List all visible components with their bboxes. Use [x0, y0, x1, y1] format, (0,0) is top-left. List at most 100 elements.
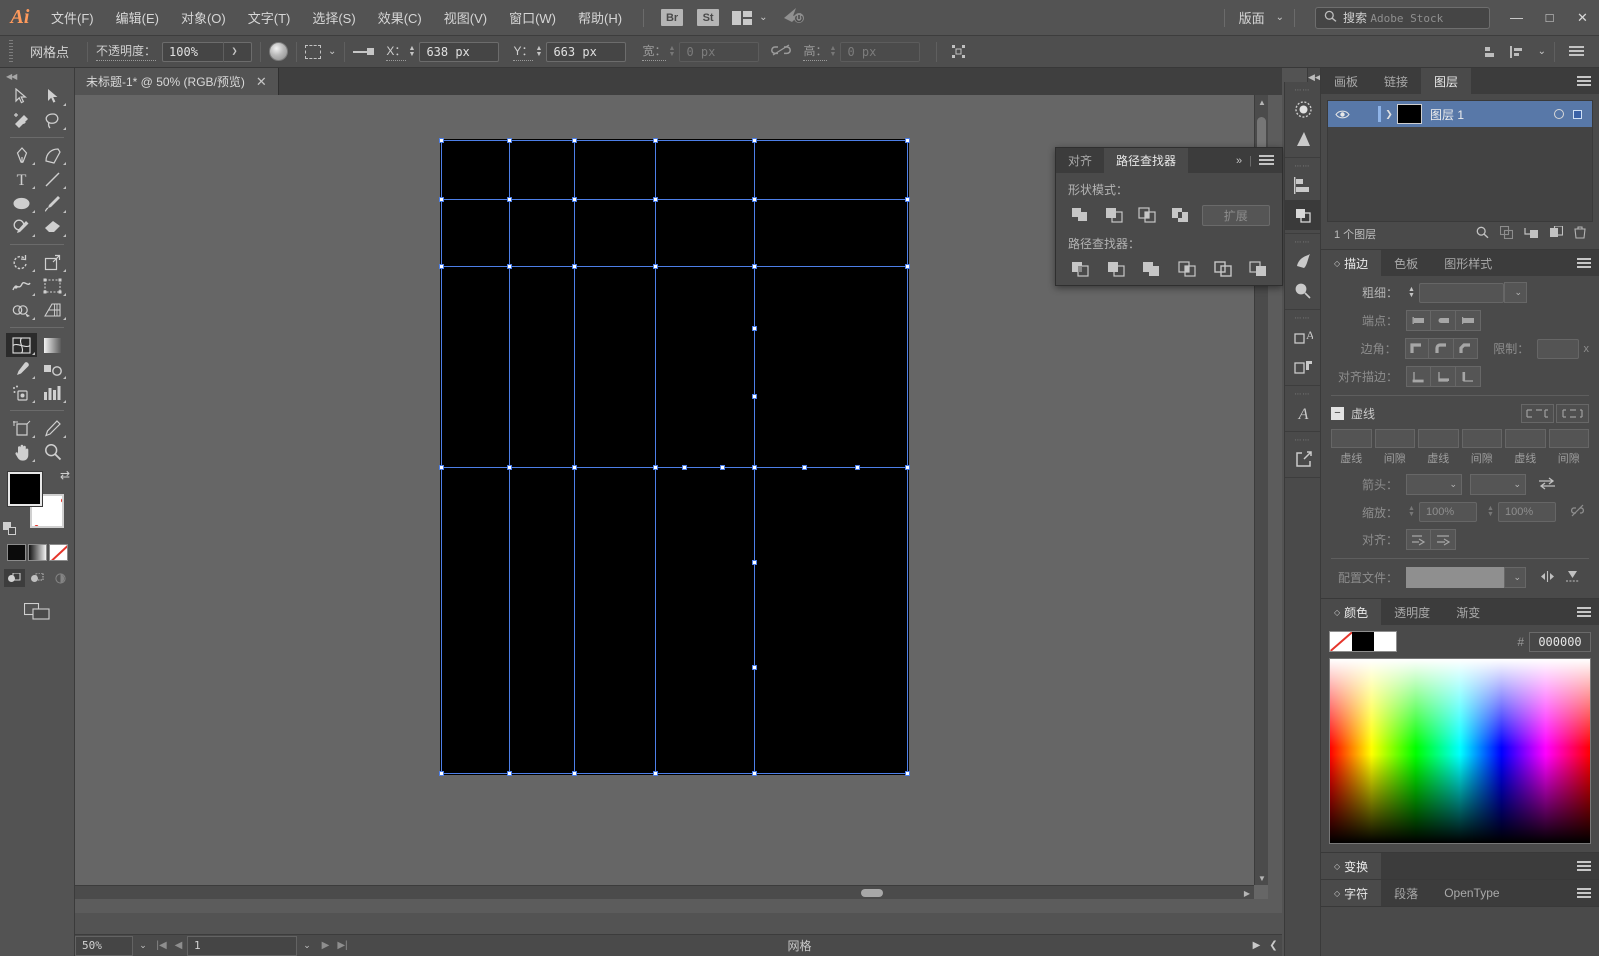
artboard[interactable]: [438, 137, 910, 776]
layer-visibility-icon[interactable]: [1328, 109, 1356, 120]
status-menu-arrow-icon[interactable]: ▶: [1248, 936, 1265, 956]
anchor-point[interactable]: [438, 464, 444, 470]
anchor-point[interactable]: [506, 770, 512, 776]
anchor-point[interactable]: [751, 664, 757, 670]
chevron-down-icon[interactable]: ⌄: [759, 12, 767, 23]
eraser-tool[interactable]: [37, 215, 68, 239]
dash-adjust-to-fit-icon[interactable]: [1556, 404, 1589, 423]
type-tool[interactable]: T: [6, 167, 37, 191]
scroll-up-arrow-icon[interactable]: ▲: [1255, 95, 1269, 109]
gradient-button[interactable]: [27, 544, 47, 561]
minus-front-button[interactable]: [1101, 204, 1125, 226]
stock-icon[interactable]: St: [697, 9, 720, 26]
delete-layer-icon[interactable]: [1574, 226, 1586, 242]
gap-input-2[interactable]: [1461, 429, 1502, 448]
anchor-point[interactable]: [751, 263, 757, 269]
y-stepper[interactable]: ▲ ▼: [533, 42, 544, 62]
control-bar-grip[interactable]: [6, 39, 16, 64]
search-input[interactable]: 搜索 Adobe Stock: [1315, 6, 1490, 29]
hex-input[interactable]: 000000: [1529, 631, 1591, 652]
menu-object[interactable]: 对象(O): [170, 0, 237, 36]
width-stepper[interactable]: ▲ ▼: [666, 42, 677, 62]
anchor-point[interactable]: [506, 263, 512, 269]
layers-panel-menu-icon[interactable]: [1577, 68, 1599, 94]
anchor-point[interactable]: [438, 196, 444, 202]
white-swatch[interactable]: [1374, 632, 1396, 651]
x-stepper[interactable]: ▲ ▼: [406, 42, 417, 62]
anchor-point[interactable]: [751, 559, 757, 565]
panel-overflow-icon[interactable]: »: [1236, 155, 1242, 167]
locate-object-icon[interactable]: [1476, 226, 1489, 242]
lasso-tool[interactable]: [37, 108, 68, 132]
anchor-point[interactable]: [751, 196, 757, 202]
create-new-layer-icon[interactable]: [1550, 225, 1564, 242]
minus-back-button[interactable]: [1246, 258, 1270, 280]
transform-panel-icon[interactable]: [945, 41, 971, 63]
align-panel-icon[interactable]: [1285, 170, 1321, 200]
document-tab[interactable]: 未标题-1* @ 50% (RGB/预览) ✕: [75, 68, 279, 95]
rail-grip[interactable]: ⋯⋯: [1285, 85, 1320, 94]
tab-character[interactable]: ◇ 字符: [1321, 880, 1382, 906]
hand-tool[interactable]: [6, 440, 37, 464]
creative-cloud-sync-icon[interactable]: [783, 7, 805, 29]
zoom-chevron-down-icon[interactable]: ⌄: [133, 936, 153, 956]
flip-profile-horizontal-icon[interactable]: [1540, 570, 1555, 586]
draw-behind-icon[interactable]: [27, 569, 48, 587]
anchor-point[interactable]: [652, 137, 658, 143]
arrow-scale-stepper-2[interactable]: ▲ ▼: [1485, 502, 1496, 522]
anchor-point[interactable]: [438, 137, 444, 143]
draw-inside-icon[interactable]: [50, 569, 71, 587]
width-tool[interactable]: [6, 274, 37, 298]
link-dimensions-icon[interactable]: [771, 43, 792, 60]
tab-swatches[interactable]: 色板: [1381, 250, 1431, 276]
rail-grip-6[interactable]: ⋯⋯: [1285, 435, 1320, 444]
workspace-switcher[interactable]: 版面: [1235, 8, 1269, 27]
color-button[interactable]: [6, 544, 26, 561]
tab-paragraph[interactable]: 段落: [1381, 880, 1431, 906]
flip-profile-vertical-icon[interactable]: [1565, 570, 1580, 586]
unite-button[interactable]: [1068, 204, 1092, 226]
none-button[interactable]: [48, 544, 68, 561]
anchor-point[interactable]: [854, 464, 860, 470]
status-resize-icon[interactable]: ❮: [1265, 936, 1282, 956]
width-profile-dropdown[interactable]: [1406, 567, 1504, 588]
arrow-place-at-end-icon[interactable]: [1431, 529, 1456, 550]
symbol-sprayer-tool[interactable]: [6, 381, 37, 405]
layer-name[interactable]: 图层 1: [1422, 106, 1554, 123]
stroke-limit-input[interactable]: [1537, 338, 1579, 359]
corner-bevel-icon[interactable]: [1453, 338, 1479, 359]
select-similar-icon[interactable]: [305, 44, 322, 59]
artboard-tool[interactable]: [6, 416, 37, 440]
table-row[interactable]: ❯ 图层 1: [1328, 101, 1592, 127]
anchor-point[interactable]: [751, 137, 757, 143]
arrow-scale-input-1[interactable]: 100%: [1419, 502, 1477, 522]
dash-preserve-exact-icon[interactable]: [1521, 404, 1554, 423]
rail-grip-5[interactable]: ⋯⋯: [1285, 389, 1320, 398]
pathfinder-menu-icon[interactable]: [1259, 155, 1274, 166]
window-minimize-button[interactable]: —: [1500, 6, 1533, 30]
previous-artboard-icon[interactable]: ◀: [170, 936, 187, 956]
ellipse-tool[interactable]: [6, 191, 37, 215]
column-graph-tool[interactable]: [37, 381, 68, 405]
expand-button[interactable]: 扩展: [1201, 204, 1270, 226]
last-artboard-icon[interactable]: ▶|: [334, 936, 351, 956]
tab-align[interactable]: 对齐: [1056, 148, 1104, 173]
width-input[interactable]: 0 px: [679, 41, 760, 62]
tab-pathfinder[interactable]: 路径查找器: [1104, 148, 1189, 173]
navigator-panel-icon[interactable]: [1285, 246, 1321, 276]
align-stroke-center-icon[interactable]: [1406, 366, 1431, 387]
artboard-number-input[interactable]: 1: [187, 935, 297, 956]
anchor-point[interactable]: [904, 770, 910, 776]
dock-collapse-icon[interactable]: ◀◀: [1308, 68, 1322, 83]
curvature-tool[interactable]: [37, 143, 68, 167]
black-swatch[interactable]: [1352, 632, 1374, 651]
anchor-point[interactable]: [904, 137, 910, 143]
blend-tool[interactable]: [37, 357, 68, 381]
menu-help[interactable]: 帮助(H): [567, 0, 633, 36]
control-bar-menu-icon[interactable]: [1563, 41, 1589, 63]
tab-color[interactable]: ◇ 颜色: [1321, 599, 1382, 625]
anchor-point[interactable]: [571, 196, 577, 202]
stroke-weight-stepper[interactable]: ▲ ▼: [1406, 283, 1417, 303]
first-artboard-icon[interactable]: |◀: [153, 936, 170, 956]
cap-butt-icon[interactable]: [1406, 310, 1431, 331]
